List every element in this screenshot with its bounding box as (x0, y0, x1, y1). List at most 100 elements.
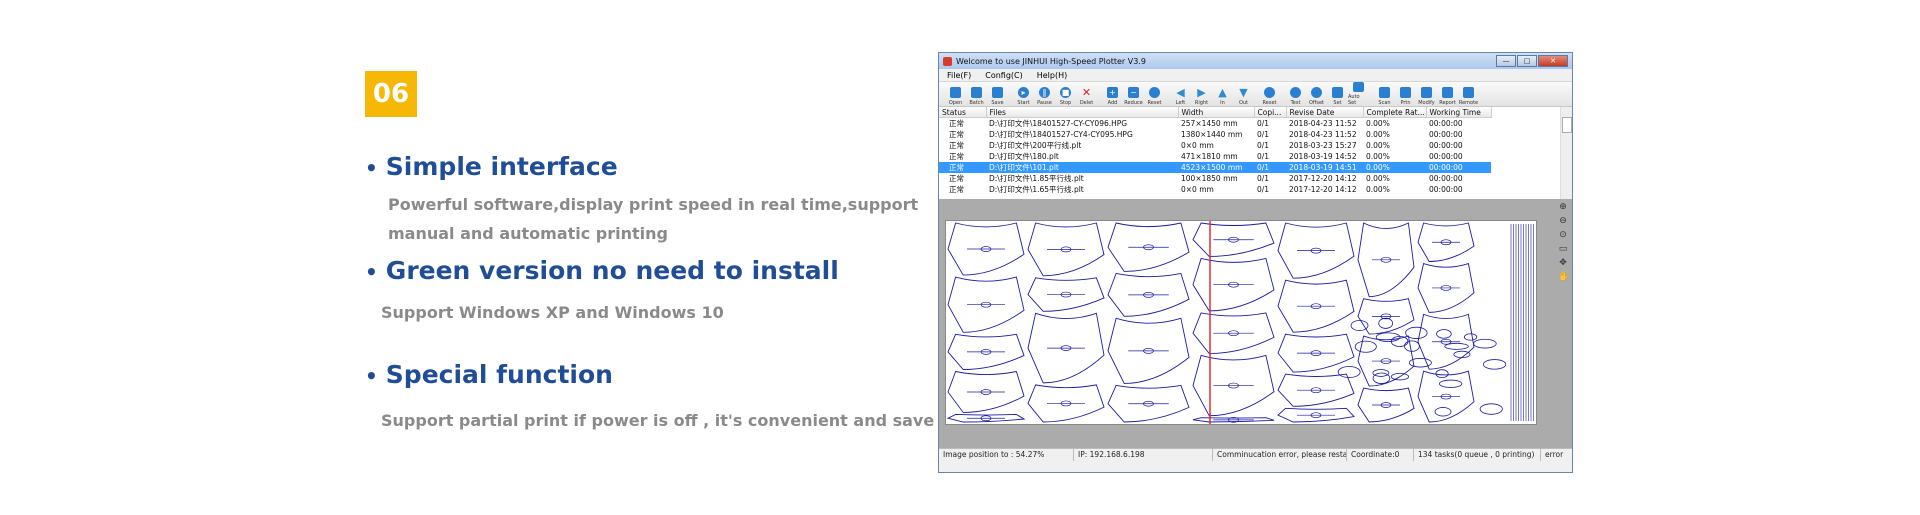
toolbar-button-reduce[interactable]: − Reduce (1123, 82, 1144, 106)
status-bar: Image position to : 54.27% IP: 192.168.6… (939, 448, 1572, 461)
feature-desc-line: manual and automatic printing (388, 224, 668, 243)
small-piece (1453, 350, 1471, 359)
toolbar-button-delet[interactable]: ✕ Delet (1076, 82, 1097, 106)
toolbar-button-add[interactable]: + Add (1102, 82, 1123, 106)
open-icon (950, 87, 961, 98)
remote-icon (1463, 87, 1474, 98)
column-header[interactable]: Complete Rat... (1363, 107, 1427, 118)
toolbar-label: Start (1017, 100, 1030, 106)
zoom-in-icon[interactable]: ⊕ (1558, 202, 1568, 212)
column-header[interactable]: Working Time (1426, 107, 1492, 118)
minimize-button[interactable]: — (1496, 55, 1516, 67)
toolbar-button-set[interactable]: Set (1327, 82, 1348, 106)
reset-print-icon (1264, 87, 1275, 98)
toolbar-button-start[interactable]: ▸ Start (1013, 82, 1034, 106)
file-cell: 2018-03-19 14:51 (1286, 162, 1363, 173)
menu-config[interactable]: Config(C) (985, 71, 1023, 80)
column-header[interactable]: Files (986, 107, 1179, 118)
file-cell: 0.00% (1366, 152, 1390, 161)
zoom-fit-icon[interactable]: ⊙ (1558, 230, 1568, 240)
toolbar-button-pause[interactable]: ‖ Pause (1034, 82, 1055, 106)
maximize-button[interactable]: □ (1517, 55, 1537, 67)
hand-icon[interactable]: ✋ (1558, 272, 1569, 282)
toolbar-label: Add (1107, 100, 1118, 106)
marker-preview[interactable] (945, 220, 1537, 425)
toolbar-button-remote[interactable]: Remote (1458, 82, 1479, 106)
file-row[interactable]: 正常 D:\打印文件\18401527-CY4-CY095.HPG 1380×144… (939, 129, 1491, 140)
file-cell: 2018-03-19 14:52 (1289, 152, 1357, 161)
file-row[interactable]: 正常 D:\打印文件\180.plt 471×1810 mm 0/1 2018-03-1… (939, 151, 1491, 162)
toolbar-label: Test (1290, 100, 1301, 106)
file-cell: 正常 (949, 119, 964, 128)
print-icon (1400, 87, 1411, 98)
toolbar-label: Offset (1308, 100, 1325, 106)
toolbar-button-modify[interactable]: Modify (1416, 82, 1437, 106)
toolbar-button-batch[interactable]: Batch (966, 82, 987, 106)
in-arrow-icon: ▲ (1218, 86, 1227, 99)
file-cell: 2018-04-23 11:52 (1289, 130, 1357, 139)
save-icon (992, 87, 1003, 98)
toolbar-button-open[interactable]: Open (945, 82, 966, 106)
left-arrow-icon: ◀ (1176, 86, 1185, 99)
right-arrow-icon: ▶ (1197, 86, 1206, 99)
small-piece (1435, 369, 1449, 379)
toolbar-button-prtn[interactable]: Prtn (1395, 82, 1416, 106)
small-piece (1444, 342, 1469, 350)
column-header[interactable]: Revise Date (1286, 107, 1364, 118)
toolbar-label: Reduce (1124, 100, 1143, 106)
toolbar-button-scan[interactable]: Scan (1374, 82, 1395, 106)
bullet-icon: • (365, 156, 378, 180)
reset-icon (1149, 87, 1160, 98)
toolbar-button-reset[interactable]: Reset (1259, 82, 1280, 106)
offset-icon (1311, 87, 1322, 98)
file-row[interactable]: 正常 D:\打印文件\101.plt 4523×1500 mm 0/1 2018-03-… (939, 162, 1491, 173)
small-piece (1439, 379, 1463, 388)
file-row[interactable]: 正常 D:\打印文件\1.85平行线.plt 100×1850 mm 0/1 2017-… (939, 173, 1491, 184)
auto-set-icon (1353, 82, 1364, 92)
toolbar-button-auto-set[interactable]: Auto Set (1348, 82, 1369, 106)
delete-icon: ✕ (1081, 86, 1092, 99)
file-cell: 00:00:00 (1429, 185, 1463, 194)
file-cell: 正常 (949, 130, 964, 139)
menu-help[interactable]: Help(H) (1037, 71, 1068, 80)
status-error: error (1545, 450, 1564, 459)
column-header[interactable]: Status (939, 107, 987, 118)
feature-title-text: Special function (385, 360, 613, 389)
scrollbar-thumb[interactable] (1562, 117, 1572, 133)
close-button[interactable]: ✕ (1538, 55, 1568, 67)
file-cell: 0/1 (1254, 162, 1286, 173)
toolbar-button-test[interactable]: Test (1285, 82, 1306, 106)
feature-desc-1: Powerful software,display print speed in… (388, 190, 918, 248)
file-row[interactable]: 正常 D:\打印文件\1.65平行线.plt 0×0 mm 0/1 2017-12-20… (939, 184, 1491, 195)
toolbar-button-right[interactable]: ▶ Right (1191, 82, 1212, 106)
toolbar-button-in[interactable]: ▲ In (1212, 82, 1233, 106)
status-ip: IP: 192.168.6.198 (1074, 449, 1213, 461)
toolbar-button-out[interactable]: ▼ Out (1233, 82, 1254, 106)
bullet-icon: • (365, 260, 378, 284)
file-cell: D:\打印文件\101.plt (986, 162, 1178, 173)
title-bar[interactable]: Welcome to use JINHUI High-Speed Plotter… (939, 53, 1572, 69)
plotter-window: Welcome to use JINHUI High-Speed Plotter… (938, 52, 1573, 473)
table-header-row: Status Files Width Copi... Revise Date Comple… (939, 107, 1492, 118)
column-header[interactable]: Copi... (1254, 107, 1287, 118)
file-row[interactable]: 正常 D:\打印文件\18401527-CY-CY096.HPG 257×1450 … (939, 118, 1491, 130)
small-piece (1473, 338, 1497, 349)
file-list-scrollbar[interactable] (1560, 107, 1572, 199)
move-icon[interactable]: ✥ (1558, 258, 1568, 268)
set-icon (1332, 87, 1343, 98)
feature-title-1: • Simple interface (365, 152, 618, 181)
page-icon[interactable]: ▭ (1558, 244, 1568, 254)
column-header[interactable]: Width (1178, 107, 1255, 118)
small-piece (1337, 366, 1361, 378)
file-row[interactable]: 正常 D:\打印文件\200平行线.plt 0×0 mm 0/1 2018-03-23 … (939, 140, 1491, 151)
toolbar-button-offset[interactable]: Offset (1306, 82, 1327, 106)
small-piece (1372, 372, 1391, 384)
toolbar-button-report[interactable]: Report (1437, 82, 1458, 106)
toolbar-button-reset[interactable]: Reset (1144, 82, 1165, 106)
toolbar-button-save[interactable]: Save (987, 82, 1008, 106)
feature-desc-line: Powerful software,display print speed in… (388, 195, 919, 214)
toolbar-button-stop[interactable]: ■ Stop (1055, 82, 1076, 106)
menu-file[interactable]: File(F) (947, 71, 971, 80)
toolbar-button-left[interactable]: ◀ Left (1170, 82, 1191, 106)
zoom-out-icon[interactable]: ⊖ (1558, 216, 1568, 226)
